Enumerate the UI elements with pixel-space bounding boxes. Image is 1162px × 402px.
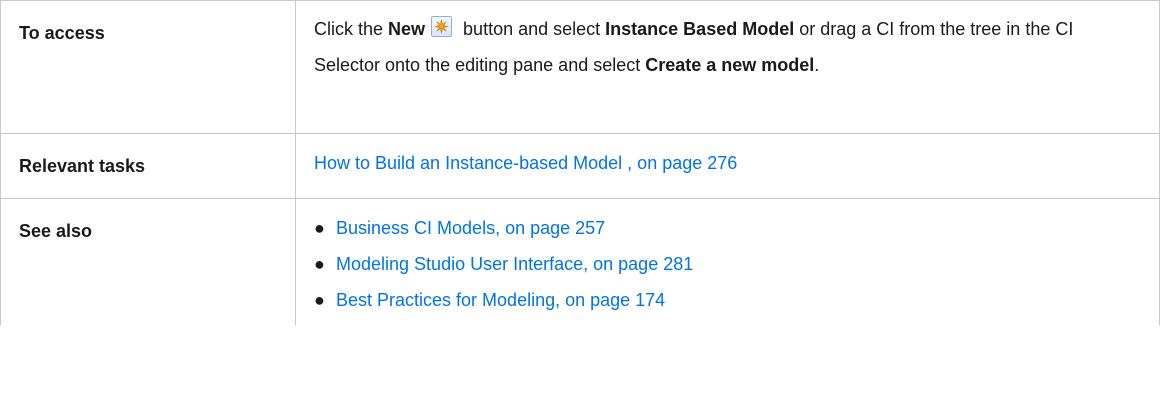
access-text-2: button and select [458,19,606,39]
link-best-practices-modeling[interactable]: Best Practices for Modeling, on page 174 [336,290,665,310]
access-text-1: Click the [314,19,389,39]
row-see-also: See also ● Business CI Models, on page 25… [0,198,1160,325]
list-item: ● Business CI Models, on page 257 [314,210,1141,246]
bullet-icon: ● [314,290,325,310]
create-new-model-label: Create a new model [645,55,815,75]
content-cell: Click the New button and select Instance… [295,0,1160,134]
row-label-to-access: To access [19,23,105,43]
label-cell: Relevant tasks [0,133,296,199]
see-also-list: ● Business CI Models, on page 257 ● Modeli… [314,210,1141,318]
list-item: ● Best Practices for Modeling, on page 17… [314,282,1141,318]
row-to-access: To access Click the New button and selec… [0,0,1160,134]
link-build-instance-model[interactable]: How to Build an Instance-based Model , o… [314,153,737,173]
content-cell: ● Business CI Models, on page 257 ● Modeli… [295,198,1160,325]
row-label-relevant-tasks: Relevant tasks [19,156,146,176]
instance-based-model-label: Instance Based Model [605,19,795,39]
label-cell: See also [0,198,296,325]
new-star-icon [431,16,453,37]
access-text-4: . [814,55,820,75]
list-item: ● Modeling Studio User Interface, on page… [314,246,1141,282]
row-relevant-tasks: Relevant tasks How to Build an Instance-… [0,133,1160,199]
row-label-see-also: See also [19,221,93,241]
access-description: Click the New button and select Instance… [296,1,1159,83]
new-label: New [388,19,426,39]
tasks-content: How to Build an Instance-based Model , o… [296,134,1159,181]
label-cell: To access [0,0,296,134]
content-cell: How to Build an Instance-based Model , o… [295,133,1160,199]
bullet-icon: ● [314,254,325,274]
info-table: To access Click the New button and selec… [0,0,1160,325]
link-modeling-studio-ui[interactable]: Modeling Studio User Interface, on page … [336,254,693,274]
link-business-ci-models[interactable]: Business CI Models, on page 257 [336,218,605,238]
see-also-content: ● Business CI Models, on page 257 ● Modeli… [296,199,1159,318]
bullet-icon: ● [314,218,325,238]
